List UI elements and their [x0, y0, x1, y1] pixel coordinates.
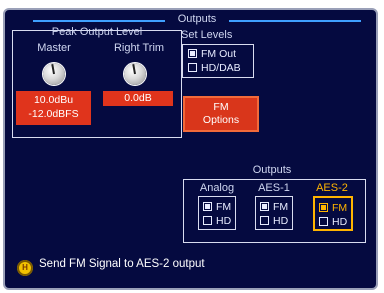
aes1-hd-label: HD	[273, 215, 289, 227]
analog-hd-option[interactable]: HD	[203, 215, 232, 227]
aes2-hd-checkbox[interactable]	[319, 216, 328, 226]
panel-title: Outputs	[177, 13, 217, 25]
master-knob[interactable]	[43, 63, 65, 85]
aes1-hd-option[interactable]: HD	[260, 215, 289, 227]
aes2-fm-option[interactable]: FM	[319, 202, 348, 214]
analog-hd-checkbox[interactable]	[203, 215, 212, 225]
analog-fm-checkbox[interactable]	[203, 201, 212, 211]
aes1-hd-checkbox[interactable]	[260, 215, 269, 225]
help-icon-letter: H	[22, 263, 28, 272]
master-label: Master	[37, 42, 71, 54]
aes2-fm-label: FM	[332, 202, 348, 214]
analog-hd-label: HD	[216, 215, 232, 227]
fm-options-line2: Options	[202, 114, 240, 126]
aes1-fm-label: FM	[273, 201, 289, 213]
outputs-group-title: Outputs	[252, 164, 292, 176]
right-trim-label: Right Trim	[113, 42, 165, 54]
aes1-fm-checkbox[interactable]	[260, 201, 269, 211]
fm-options-line1: FM	[213, 101, 229, 113]
right-trim-knob[interactable]	[124, 63, 146, 85]
master-dbfs-value: -12.0dBFS	[28, 107, 79, 120]
analog-fm-option[interactable]: FM	[203, 201, 232, 213]
right-trim-value-display: 0.0dB	[103, 91, 173, 106]
aes1-fm-option[interactable]: FM	[260, 201, 289, 213]
analog-output-selector[interactable]: FM HD	[198, 196, 236, 230]
status-message: Send FM Signal to AES-2 output	[39, 258, 205, 270]
hd-dab-checkbox[interactable]	[188, 62, 197, 72]
aes2-fm-checkbox[interactable]	[319, 202, 328, 212]
aes2-output-selector[interactable]: FM HD	[313, 196, 353, 231]
peak-output-title: Peak Output Level	[51, 26, 143, 38]
aes1-label: AES-1	[258, 182, 290, 194]
aes2-hd-option[interactable]: HD	[319, 216, 348, 228]
master-dbu-value: 10.0dBu	[33, 94, 74, 106]
analog-fm-label: FM	[216, 201, 232, 213]
hd-dab-label: HD/DAB	[201, 62, 241, 74]
header-rule-left	[33, 20, 165, 22]
fm-out-checkbox[interactable]	[188, 48, 197, 58]
help-icon: H	[17, 260, 33, 276]
aes2-hd-label: HD	[332, 216, 348, 228]
aes2-label: AES-2	[316, 182, 348, 194]
master-value-display: 10.0dBu -12.0dBFS	[16, 91, 91, 125]
aes1-output-selector[interactable]: FM HD	[255, 196, 293, 230]
set-levels-title: Set Levels	[181, 29, 233, 41]
header-rule-right	[229, 20, 361, 22]
fm-options-button[interactable]: FM Options	[183, 96, 259, 132]
analog-label: Analog	[199, 182, 235, 194]
fm-out-label: FM Out	[201, 48, 237, 60]
outputs-panel: Outputs Peak Output Level Master Right T…	[3, 8, 378, 290]
set-levels-option-fm-out[interactable]: FM Out	[188, 48, 237, 60]
set-levels-option-hd-dab[interactable]: HD/DAB	[188, 62, 241, 74]
